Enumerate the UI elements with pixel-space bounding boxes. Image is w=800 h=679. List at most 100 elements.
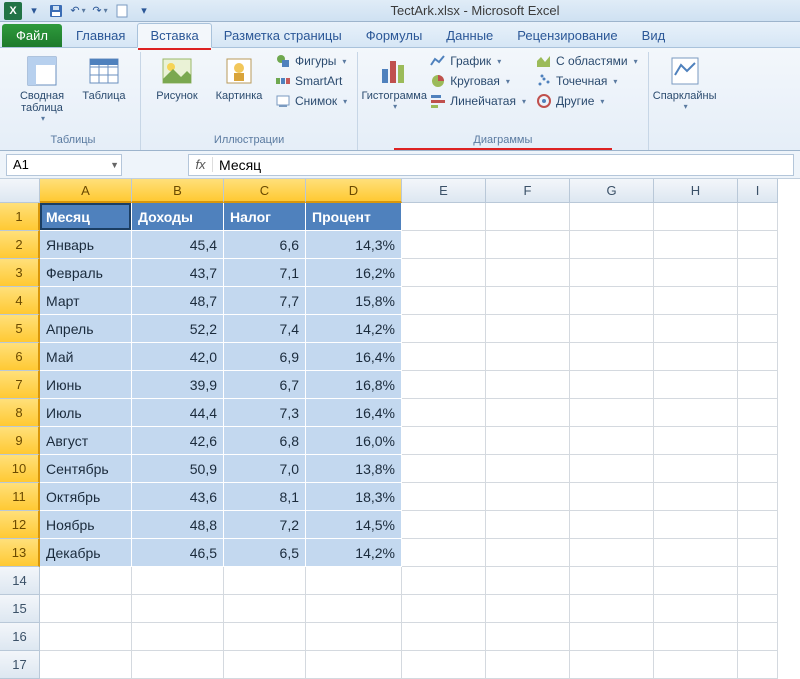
name-box-dropdown-icon[interactable]: ▼ (110, 160, 119, 170)
cell[interactable] (654, 567, 738, 595)
tab-0[interactable]: Главная (64, 24, 137, 47)
cell[interactable] (738, 483, 778, 511)
cell[interactable] (486, 259, 570, 287)
file-tab[interactable]: Файл (2, 24, 62, 47)
tab-4[interactable]: Данные (434, 24, 505, 47)
cell[interactable]: 14,2% (306, 315, 402, 343)
cell[interactable] (486, 203, 570, 231)
cell[interactable] (654, 595, 738, 623)
bar-chart-button[interactable]: Линейчатая▾ (428, 92, 528, 110)
cell[interactable]: 7,7 (224, 287, 306, 315)
cell[interactable]: 6,6 (224, 231, 306, 259)
cell[interactable]: 50,9 (132, 455, 224, 483)
cell[interactable] (224, 651, 306, 679)
cell[interactable]: 18,3% (306, 483, 402, 511)
cell[interactable]: Налог (224, 203, 306, 231)
cell[interactable] (132, 595, 224, 623)
tab-6[interactable]: Вид (630, 24, 678, 47)
cell[interactable] (570, 595, 654, 623)
row-header[interactable]: 14 (0, 567, 40, 595)
tab-5[interactable]: Рецензирование (505, 24, 629, 47)
cell[interactable] (402, 455, 486, 483)
column-header[interactable]: H (654, 179, 738, 203)
qat-dropdown-icon[interactable]: ▾ (24, 2, 44, 20)
cell[interactable] (486, 231, 570, 259)
cell[interactable] (486, 567, 570, 595)
cell[interactable]: Сентябрь (40, 455, 132, 483)
cell[interactable] (486, 399, 570, 427)
screenshot-button[interactable]: Снимок▾ (273, 92, 349, 110)
cell[interactable] (486, 371, 570, 399)
cell[interactable]: 48,8 (132, 511, 224, 539)
cell[interactable]: 15,8% (306, 287, 402, 315)
cell[interactable]: 42,0 (132, 343, 224, 371)
cell[interactable]: Доходы (132, 203, 224, 231)
cell[interactable] (402, 567, 486, 595)
cell[interactable]: 6,9 (224, 343, 306, 371)
cell[interactable] (570, 287, 654, 315)
cell[interactable] (306, 595, 402, 623)
cell[interactable] (570, 343, 654, 371)
cell[interactable]: 44,4 (132, 399, 224, 427)
cell[interactable] (654, 427, 738, 455)
cell[interactable]: Март (40, 287, 132, 315)
row-header[interactable]: 3 (0, 259, 40, 287)
cell[interactable] (402, 483, 486, 511)
cell[interactable]: 16,8% (306, 371, 402, 399)
cell[interactable] (40, 623, 132, 651)
column-header[interactable]: D (306, 179, 402, 203)
cell[interactable] (402, 203, 486, 231)
row-header[interactable]: 7 (0, 371, 40, 399)
cell[interactable] (224, 595, 306, 623)
cell[interactable] (738, 315, 778, 343)
cell[interactable]: Февраль (40, 259, 132, 287)
cell[interactable] (570, 567, 654, 595)
cell[interactable] (570, 651, 654, 679)
cell[interactable]: 14,3% (306, 231, 402, 259)
smartart-button[interactable]: SmartArt (273, 72, 349, 90)
cell[interactable]: 6,5 (224, 539, 306, 567)
save-icon[interactable] (46, 2, 66, 20)
cell[interactable] (738, 427, 778, 455)
cell[interactable] (570, 259, 654, 287)
cell[interactable] (570, 399, 654, 427)
cell[interactable] (570, 483, 654, 511)
qat-more-icon[interactable]: ▾ (134, 2, 154, 20)
cell[interactable]: 43,7 (132, 259, 224, 287)
row-header[interactable]: 9 (0, 427, 40, 455)
formula-input[interactable]: Месяц (213, 157, 793, 173)
cell[interactable]: 8,1 (224, 483, 306, 511)
cell[interactable]: 7,4 (224, 315, 306, 343)
cell[interactable] (402, 511, 486, 539)
other-charts-button[interactable]: Другие▾ (534, 92, 640, 110)
cell[interactable]: 14,5% (306, 511, 402, 539)
cell[interactable] (654, 343, 738, 371)
cell[interactable]: 16,4% (306, 343, 402, 371)
cell[interactable]: Август (40, 427, 132, 455)
cell[interactable] (486, 455, 570, 483)
cell[interactable] (132, 623, 224, 651)
cell[interactable]: Месяц (40, 203, 132, 231)
new-doc-icon[interactable] (112, 2, 132, 20)
cell[interactable]: Процент (306, 203, 402, 231)
cell[interactable]: 7,3 (224, 399, 306, 427)
row-header[interactable]: 11 (0, 483, 40, 511)
cell[interactable] (40, 567, 132, 595)
cell[interactable] (738, 511, 778, 539)
cell[interactable]: 13,8% (306, 455, 402, 483)
area-chart-button[interactable]: С областями▾ (534, 52, 640, 70)
cell[interactable] (402, 623, 486, 651)
cell[interactable]: 48,7 (132, 287, 224, 315)
cell[interactable] (402, 595, 486, 623)
cell[interactable] (40, 651, 132, 679)
histogram-button[interactable]: Гистограмма ▾ (366, 52, 422, 113)
cell[interactable] (738, 259, 778, 287)
cell[interactable] (486, 539, 570, 567)
cell[interactable] (654, 203, 738, 231)
row-header[interactable]: 4 (0, 287, 40, 315)
cell[interactable] (402, 539, 486, 567)
column-header[interactable]: B (132, 179, 224, 203)
cell[interactable] (570, 455, 654, 483)
cell[interactable] (402, 427, 486, 455)
cell[interactable]: Октябрь (40, 483, 132, 511)
